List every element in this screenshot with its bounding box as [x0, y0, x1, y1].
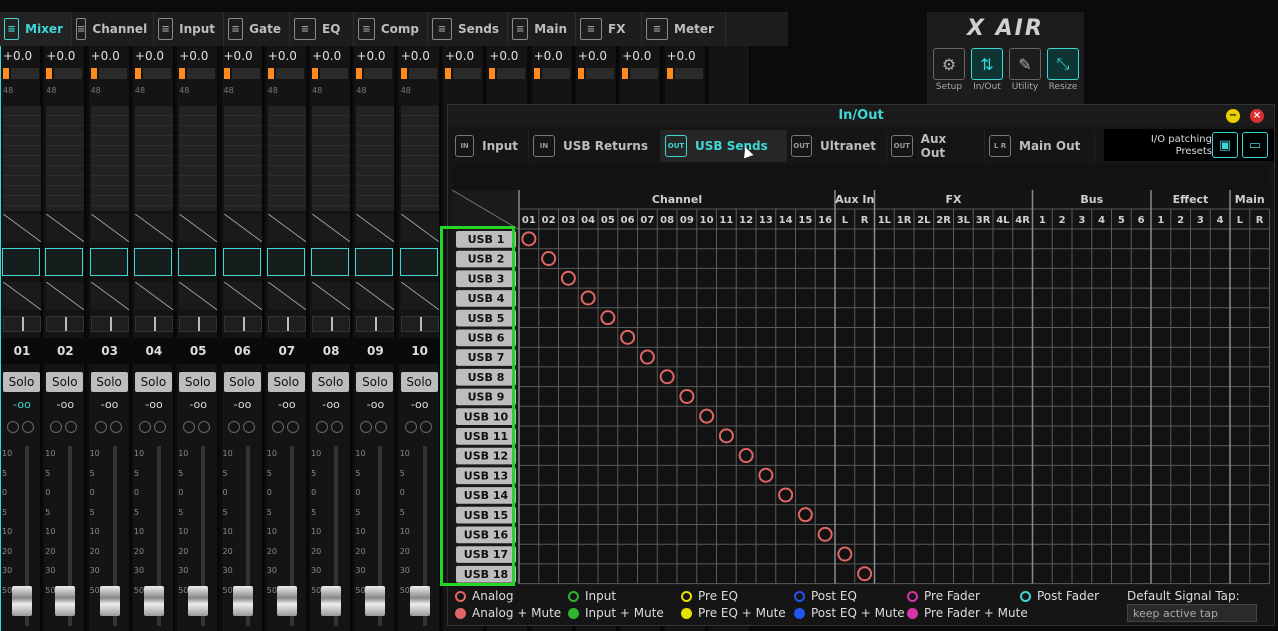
column-label: 3R [976, 215, 991, 226]
legend-label: Input [585, 589, 617, 603]
column-label: 1R [897, 215, 912, 226]
default-signal-tap-select[interactable]: keep active tap [1127, 604, 1257, 622]
column-label: 1 [1157, 215, 1164, 226]
column-label: 12 [739, 215, 753, 226]
column-label: R [861, 215, 869, 226]
group-header: Channel [652, 193, 702, 206]
column-label: 5 [1118, 215, 1125, 226]
legend-label: Post EQ [811, 589, 857, 603]
legend-label: Pre Fader [924, 589, 980, 603]
column-label: 02 [542, 215, 556, 226]
column-label: L [1237, 215, 1244, 226]
group-header: Effect [1173, 193, 1209, 206]
legend-label: Pre Fader + Mute [924, 606, 1028, 620]
column-label: 03 [561, 215, 575, 226]
column-label: 1L [878, 215, 892, 226]
column-label: 13 [759, 215, 773, 226]
legend-label: Pre EQ [698, 589, 738, 603]
column-label: 15 [798, 215, 812, 226]
column-label: 16 [818, 215, 832, 226]
column-label: 4 [1098, 215, 1105, 226]
column-label: 05 [601, 215, 615, 226]
legend-swatch-icon [681, 590, 692, 602]
legend-swatch-icon [455, 590, 466, 602]
routing-matrix: Channel01 02 03 04 05 06 07 08 09 10 11 12 13 14 15 16A… [451, 165, 1270, 585]
legend-swatch-icon [568, 590, 579, 602]
legend-item: Pre Fader + Mute [907, 606, 1028, 620]
column-label: 3L [957, 215, 971, 226]
legend-swatch-icon [1020, 590, 1031, 602]
legend-item: Pre EQ + Mute [681, 606, 786, 620]
column-label: 09 [680, 215, 694, 226]
column-label: L [842, 215, 849, 226]
legend-item: Post EQ [794, 589, 857, 603]
column-label: 3 [1197, 215, 1204, 226]
column-label: 04 [581, 215, 595, 226]
column-label: 4 [1217, 215, 1224, 226]
legend-swatch-icon [907, 607, 918, 619]
legend-item: Post EQ + Mute [794, 606, 905, 620]
column-label: 07 [640, 215, 654, 226]
column-label: R [1256, 215, 1264, 226]
legend-label: Pre EQ + Mute [698, 606, 786, 620]
column-label: 11 [719, 215, 733, 226]
column-label: 08 [660, 215, 674, 226]
legend-item: Pre Fader [907, 589, 980, 603]
group-header: Main [1235, 193, 1265, 206]
column-label: 1 [1039, 215, 1046, 226]
legend-label: Analog [472, 589, 514, 603]
default-signal-tap-label: Default Signal Tap: [1127, 589, 1240, 603]
column-label: 6 [1138, 215, 1145, 226]
group-header: Bus [1080, 193, 1103, 206]
column-label: 2 [1177, 215, 1184, 226]
legend-item: Post Fader [1020, 589, 1099, 603]
column-label: 4L [996, 215, 1010, 226]
legend-swatch-icon [794, 590, 805, 602]
legend-swatch-icon [568, 607, 579, 619]
legend-swatch-icon [907, 590, 918, 602]
column-label: 3 [1078, 215, 1085, 226]
column-label: 06 [621, 215, 635, 226]
legend-swatch-icon [794, 607, 805, 619]
legend-swatch-icon [681, 607, 692, 619]
column-label: 01 [522, 215, 536, 226]
column-label: 2L [917, 215, 931, 226]
legend-item: Pre EQ [681, 589, 738, 603]
column-label: 2R [936, 215, 951, 226]
legend-item: Analog + Mute [455, 606, 561, 620]
legend-label: Input + Mute [585, 606, 664, 620]
legend-item: Input + Mute [568, 606, 664, 620]
legend-item: Analog [455, 589, 513, 603]
group-header: FX [946, 193, 963, 206]
group-header: Aux In [835, 193, 874, 206]
column-label: 14 [779, 215, 793, 226]
usb-rows-highlight [440, 226, 515, 586]
legend-label: Post Fader [1037, 589, 1100, 603]
legend-swatch-icon [455, 607, 466, 619]
column-label: 10 [700, 215, 714, 226]
legend-label: Post EQ + Mute [811, 606, 905, 620]
legend-item: Input [568, 589, 616, 603]
legend-label: Analog + Mute [472, 606, 562, 620]
column-label: 4R [1015, 215, 1030, 226]
column-label: 2 [1059, 215, 1066, 226]
